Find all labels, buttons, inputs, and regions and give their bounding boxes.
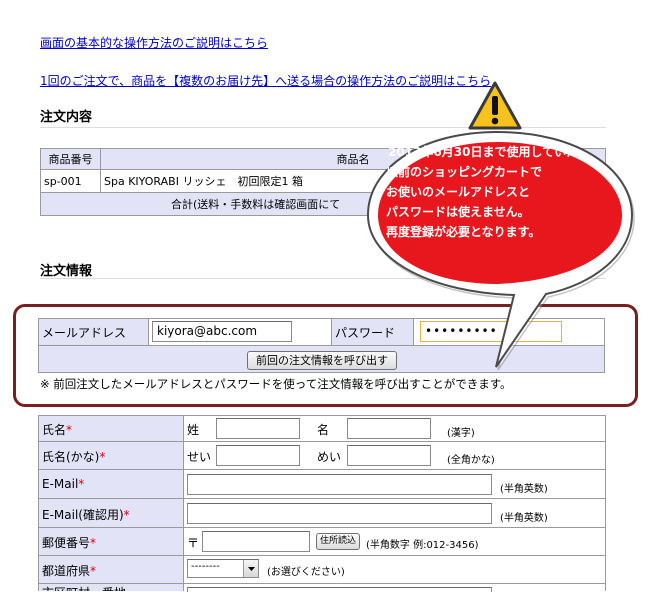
balloon-line-3: お使いのメールアドレスと [386,185,531,199]
email-input[interactable]: kiyora@abc.com [152,321,292,342]
kana-hint: (全角かな) [447,455,495,466]
zip-hint: (半角数字 例:012-3456) [366,540,479,551]
email-confirm-hint: (半角英数) [500,513,548,524]
first-name-input[interactable] [347,418,431,439]
login-note: ※ 前回注文したメールアドレスとパスワードを使って注文情報を呼び出すことができま… [40,377,512,391]
basic-help-link[interactable]: 画面の基本的な操作方法のご説明はこちら [40,34,268,51]
pref-label: 都道府県* [42,564,97,578]
info-section-title: 注文情報 [40,264,93,279]
kana-label: 氏名(かな)* [42,450,106,464]
zip-input[interactable] [202,531,310,552]
col-header-code: 商品番号 [40,148,101,170]
balloon-line-1: 2013年6月30日まで使用していた [388,145,579,159]
zip-prefix: 〒 [187,536,200,550]
warning-balloon: 2013年6月30日まで使用していた 以前のショッピングカートで お使いのメール… [356,80,642,371]
email-confirm-field[interactable] [187,503,492,524]
balloon-line-5: 再度登録が必要となります。 [386,225,541,239]
first-name-kana-input[interactable] [347,445,431,466]
chevron-down-icon[interactable] [243,560,258,577]
balloon-line-2: 以前のショッピングカートで [386,165,543,179]
balloon-line-4: パスワードは使えません。 [386,205,530,219]
last-name-kana-input[interactable] [216,445,300,466]
email-row-label: E-Mail* [42,477,85,491]
pref-hint: (お選びください) [267,567,345,578]
mei-label: 名 [317,423,330,437]
address-lookup-button[interactable]: 住所読込 [316,533,360,550]
name-label: 氏名* [42,423,73,437]
name-hint: (漢字) [447,428,475,439]
warning-icon [467,80,523,132]
email-confirm-label: E-Mail(確認用)* [42,508,130,522]
zip-label: 郵便番号* [42,536,97,550]
city-label: 市区町村・番地 [38,586,183,591]
city-input[interactable] [187,587,492,592]
order-section-title: 注文内容 [40,110,93,125]
mei-kana-label: めい [317,450,342,464]
sei-kana-label: せい [187,450,212,464]
sei-label: 姓 [187,423,200,437]
product-code: sp-001 [40,169,101,193]
last-name-input[interactable] [216,418,300,439]
email-label-cell: メールアドレス [38,318,149,346]
email-field[interactable] [187,474,492,495]
email-hint: (半角英数) [500,484,548,495]
